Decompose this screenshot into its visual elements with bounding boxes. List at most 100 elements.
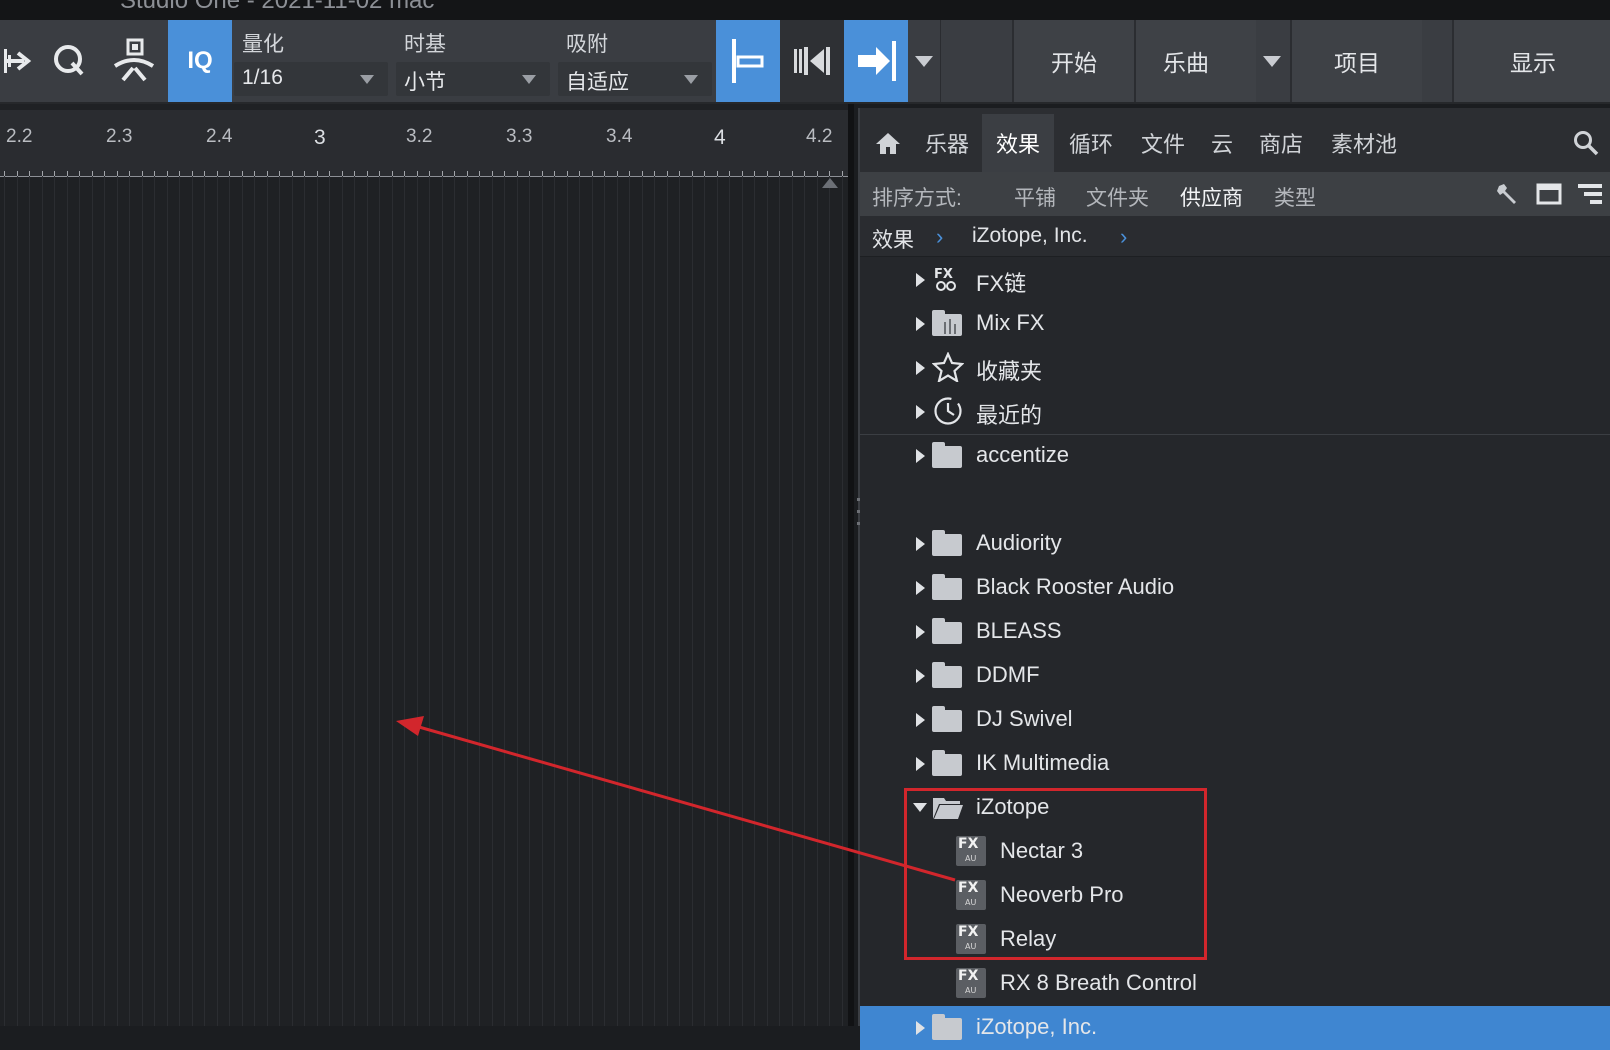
breadcrumb-izotope-inc[interactable]: iZotope, Inc. — [972, 224, 1088, 248]
song-button[interactable]: 乐曲 — [1134, 20, 1256, 102]
snap-select[interactable]: 吸附 自适应 — [556, 20, 716, 102]
browser-tree: FX FX链 Mix FX 收藏夹 最近的 accentize Audiorit… — [860, 258, 1610, 1050]
layout-toggle-icon[interactable] — [1536, 182, 1562, 211]
expand-arrow-icon[interactable] — [916, 405, 925, 419]
tab-loops[interactable]: 循环 — [1056, 114, 1126, 172]
tree-item-izotope[interactable]: iZotope — [860, 786, 1610, 830]
scroll-up-icon[interactable] — [822, 178, 838, 188]
expand-arrow-icon[interactable] — [916, 317, 925, 331]
iq-button[interactable]: IQ — [168, 20, 232, 102]
tree-item-favorites[interactable]: 收藏夹 — [860, 346, 1610, 390]
tree-item-vendor[interactable]: DJ Swivel — [860, 698, 1610, 742]
tree-item-plugin[interactable]: FX AU Nectar 3 — [860, 830, 1610, 874]
tree-item-plugin[interactable]: FX AU Neoverb Pro — [860, 874, 1610, 918]
grid-line — [542, 176, 543, 1026]
search-button[interactable] — [1568, 114, 1604, 172]
grid-line — [142, 176, 143, 1026]
tab-pool[interactable]: 素材池 — [1318, 114, 1410, 172]
autoscroll-options-dropdown[interactable] — [908, 20, 940, 102]
tree-item-vendor[interactable]: BLEASS — [860, 610, 1610, 654]
fx-au-plugin-icon: FX AU — [956, 924, 988, 954]
grid-line — [767, 176, 768, 1026]
expand-arrow-icon[interactable] — [916, 713, 925, 727]
tree-item-vendor[interactable]: Audiority — [860, 522, 1610, 566]
split-tool-icon[interactable] — [0, 20, 40, 102]
ruler-label: 2.3 — [106, 126, 133, 147]
sort-flat[interactable]: 平铺 — [1014, 182, 1056, 212]
tree-item-recent[interactable]: 最近的 — [860, 390, 1610, 434]
tree-item-vendor[interactable]: IK Multimedia — [860, 742, 1610, 786]
quantize-select[interactable]: 量化 1/16 — [232, 20, 392, 102]
song-dropdown[interactable] — [1254, 20, 1290, 102]
timebase-value[interactable]: 小节 — [396, 62, 550, 96]
grid-line — [779, 176, 780, 1026]
folder-icon — [932, 1012, 964, 1042]
snap-events-button[interactable] — [780, 20, 844, 102]
tree-options-icon[interactable] — [1576, 182, 1604, 211]
groove-icon[interactable] — [104, 20, 164, 102]
grid-line — [504, 176, 505, 1026]
home-tab[interactable] — [866, 114, 910, 172]
timeline-ruler[interactable]: 2.2 2.3 2.4 3 3.2 3.3 3.4 4 4.2 — [0, 110, 848, 177]
chevron-down-icon — [360, 75, 374, 84]
fx-au-plugin-icon: FX AU — [956, 880, 988, 910]
quantize-value[interactable]: 1/16 — [234, 62, 388, 96]
expand-arrow-icon[interactable] — [916, 361, 925, 375]
autoscroll-button[interactable] — [844, 20, 908, 102]
quantize-q-button[interactable] — [44, 20, 96, 102]
grid-line — [342, 176, 343, 1026]
chevron-down-icon — [915, 55, 933, 67]
expand-arrow-icon[interactable] — [916, 581, 925, 595]
ruler-label: 4 — [714, 126, 726, 149]
tree-item-plugin[interactable]: FX AU RX 8 Breath Control — [860, 962, 1610, 1006]
tree-item-plugin[interactable]: FX AU Relay — [860, 918, 1610, 962]
tab-instruments[interactable]: 乐器 — [914, 114, 980, 172]
tree-item-vendor[interactable]: accentize — [860, 434, 1610, 478]
snap-value[interactable]: 自适应 — [558, 62, 712, 96]
expand-arrow-icon[interactable] — [916, 537, 925, 551]
snap-to-grid-button[interactable] — [716, 20, 780, 102]
wrench-icon[interactable] — [1496, 182, 1520, 211]
grid-line — [417, 176, 418, 1026]
timebase-label: 时基 — [404, 33, 446, 56]
grid-line — [554, 176, 555, 1026]
ruler-label: 3.4 — [606, 126, 633, 147]
tree-item-izotope-inc[interactable]: iZotope, Inc. — [860, 1006, 1610, 1050]
tree-item-fx-chains[interactable]: FX FX链 — [860, 258, 1610, 302]
folder-icon — [932, 528, 964, 558]
grid-line — [29, 176, 30, 1026]
expand-arrow-icon[interactable] — [916, 625, 925, 639]
home-icon — [876, 133, 900, 154]
tree-item-mix-fx[interactable]: Mix FX — [860, 302, 1610, 346]
show-button[interactable]: 显示 — [1452, 20, 1610, 102]
start-page-button[interactable]: 开始 — [1012, 20, 1134, 102]
panel-splitter-handle[interactable] — [857, 498, 860, 526]
tab-cloud[interactable]: 云 — [1200, 114, 1244, 172]
expand-arrow-icon[interactable] — [916, 1021, 925, 1035]
grid-line — [804, 176, 805, 1026]
expand-arrow-icon[interactable] — [916, 757, 925, 771]
folder-icon — [932, 572, 964, 602]
grid-line — [367, 176, 368, 1026]
collapse-arrow-icon[interactable] — [913, 803, 927, 812]
tab-files[interactable]: 文件 — [1128, 114, 1198, 172]
expand-arrow-icon[interactable] — [916, 669, 925, 683]
timebase-select[interactable]: 时基 小节 — [394, 20, 554, 102]
tab-effects[interactable]: 效果 — [982, 114, 1054, 172]
sort-type[interactable]: 类型 — [1274, 182, 1316, 212]
tab-shop[interactable]: 商店 — [1246, 114, 1316, 172]
grid-line — [392, 176, 393, 1026]
grid-line — [404, 176, 405, 1026]
sort-vendor[interactable]: 供应商 — [1180, 182, 1243, 212]
project-button[interactable]: 项目 — [1290, 20, 1422, 102]
grid-line — [679, 176, 680, 1026]
tree-item-vendor[interactable]: Black Rooster Audio — [860, 566, 1610, 610]
expand-arrow-icon[interactable] — [916, 449, 925, 463]
expand-arrow-icon[interactable] — [916, 273, 925, 287]
grid-line — [79, 176, 80, 1026]
breadcrumb-effects[interactable]: 效果 — [872, 224, 914, 254]
tree-item-vendor[interactable]: DDMF — [860, 654, 1610, 698]
grid-line — [592, 176, 593, 1026]
arrange-view[interactable]: 2.2 2.3 2.4 3 3.2 3.3 3.4 4 4.2 — [0, 104, 854, 1026]
sort-folder[interactable]: 文件夹 — [1086, 182, 1149, 212]
